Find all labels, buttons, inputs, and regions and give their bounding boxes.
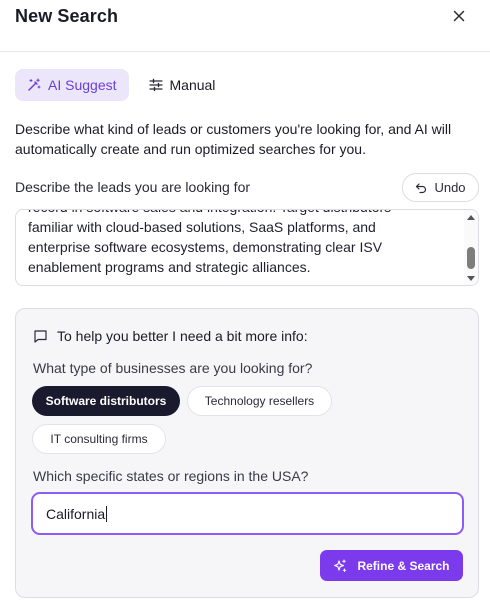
- chip-it-consulting-firms[interactable]: IT consulting firms: [32, 424, 166, 454]
- leads-description-text: record in software sales and integration…: [28, 210, 460, 277]
- intro-description: Describe what kind of leads or customers…: [15, 121, 452, 157]
- tab-label: AI Suggest: [48, 77, 117, 93]
- tab-label: Manual: [169, 77, 216, 93]
- text-caret: [106, 505, 108, 522]
- sliders-icon: [148, 78, 163, 92]
- text-line: enablement programs and strategic allian…: [28, 259, 311, 275]
- regions-input[interactable]: California: [31, 492, 464, 535]
- magic-wand-icon: [28, 78, 41, 91]
- dialog-header: New Search: [0, 0, 490, 52]
- text-line: familiar with cloud-based solutions, Saa…: [28, 219, 376, 235]
- more-info-panel: To help you better I need a bit more inf…: [15, 308, 479, 598]
- sparkles-icon: [334, 559, 347, 572]
- tab-ai-suggest[interactable]: AI Suggest: [15, 69, 129, 101]
- text-line: enterprise software ecosystems, demonstr…: [28, 239, 383, 255]
- leads-description-textarea[interactable]: record in software sales and integration…: [15, 209, 479, 286]
- more-info-title-text: To help you better I need a bit more inf…: [57, 328, 308, 344]
- chip-software-distributors[interactable]: Software distributors: [32, 386, 180, 416]
- leads-field-label: Describe the leads you are looking for: [15, 179, 251, 195]
- refine-search-label: Refine & Search: [357, 558, 450, 573]
- undo-button[interactable]: Undo: [402, 173, 479, 202]
- regions-question: Which specific states or regions in the …: [33, 468, 309, 484]
- textarea-scrollbar[interactable]: [464, 210, 478, 285]
- scroll-down-arrow-icon[interactable]: [467, 276, 475, 281]
- mode-tabs: AI Suggest Manual: [15, 69, 227, 101]
- close-button[interactable]: [448, 5, 470, 27]
- tab-manual[interactable]: Manual: [137, 69, 228, 101]
- chip-technology-resellers[interactable]: Technology resellers: [187, 386, 332, 416]
- dialog-title: New Search: [15, 6, 119, 26]
- refine-search-button[interactable]: Refine & Search: [320, 550, 463, 581]
- chat-bubble-icon: [34, 329, 47, 343]
- business-type-question: What type of businesses are you looking …: [33, 360, 313, 376]
- scroll-up-arrow-icon[interactable]: [467, 215, 475, 220]
- scroll-thumb[interactable]: [467, 247, 475, 269]
- text-line: record in software sales and integration…: [28, 210, 460, 217]
- undo-icon: [416, 182, 427, 193]
- more-info-title: To help you better I need a bit more inf…: [33, 328, 308, 344]
- close-icon: [453, 10, 465, 22]
- regions-input-value: California: [46, 505, 106, 522]
- undo-label: Undo: [434, 180, 466, 195]
